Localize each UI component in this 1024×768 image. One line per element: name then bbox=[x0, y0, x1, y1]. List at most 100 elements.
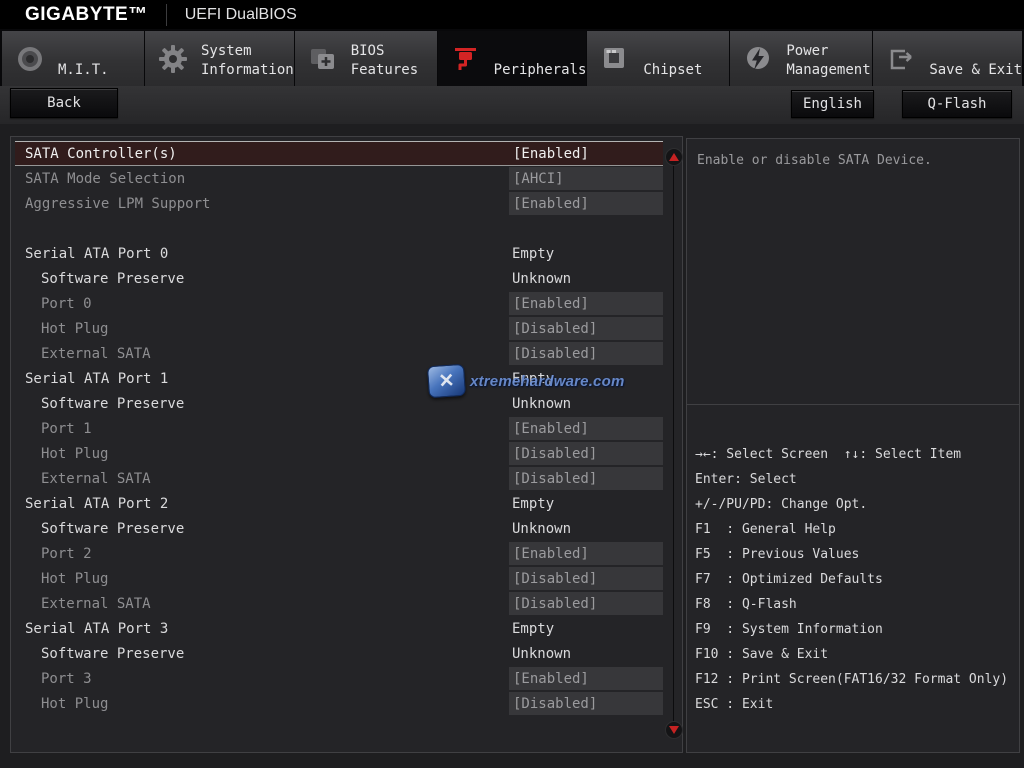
scroll-up-button[interactable] bbox=[665, 148, 683, 166]
setting-value[interactable]: [Disabled] bbox=[509, 467, 663, 490]
setting-label: Software Preserve bbox=[41, 521, 184, 537]
save-exit-icon bbox=[886, 44, 916, 74]
setting-row[interactable]: Hot Plug[Disabled] bbox=[15, 691, 663, 716]
tab-label: Peripherals bbox=[494, 38, 587, 80]
setting-value: Empty bbox=[512, 371, 554, 387]
setting-value: Empty bbox=[512, 496, 554, 512]
setting-value[interactable]: [AHCI] bbox=[509, 167, 663, 190]
setting-row[interactable]: Aggressive LPM Support [Enabled] bbox=[15, 191, 663, 216]
setting-value: Empty bbox=[512, 246, 554, 262]
setting-row: Software Preserve Unknown bbox=[15, 516, 663, 541]
power-icon bbox=[743, 44, 773, 74]
setting-row: Serial ATA Port 3 Empty bbox=[15, 616, 663, 641]
setting-label: Port 2 bbox=[41, 546, 92, 562]
setting-row[interactable]: Hot Plug [Disabled] bbox=[15, 566, 663, 591]
settings-panel: SATA Controller(s)[Enabled]SATA Mode Sel… bbox=[10, 136, 683, 753]
mit-icon bbox=[15, 44, 45, 74]
tab-mit[interactable]: M.I.T. bbox=[2, 31, 144, 86]
setting-label: Software Preserve bbox=[41, 646, 184, 662]
tab-power-management[interactable]: PowerManagement bbox=[730, 31, 872, 86]
tab-bios-features[interactable]: BIOSFeatures bbox=[295, 31, 437, 86]
setting-row: Serial ATA Port 2 Empty bbox=[15, 491, 663, 516]
setting-value[interactable]: [Enabled] bbox=[513, 146, 589, 162]
setting-row[interactable]: SATA Controller(s)[Enabled] bbox=[15, 141, 663, 166]
setting-row[interactable]: Port 3 [Enabled] bbox=[15, 666, 663, 691]
product-title: UEFI DualBIOS bbox=[185, 6, 297, 24]
tab-save-exit[interactable]: Save & Exit bbox=[873, 31, 1022, 86]
setting-value[interactable]: [Disabled] bbox=[509, 592, 663, 615]
key-hint: F5 : Previous Values bbox=[695, 542, 1017, 567]
setting-label: Port 1 bbox=[41, 421, 92, 437]
setting-row: Serial ATA Port 1 Empty bbox=[15, 366, 663, 391]
setting-value[interactable]: [Disabled] bbox=[509, 442, 663, 465]
setting-value: Empty bbox=[512, 621, 554, 637]
bios-features-icon bbox=[308, 44, 338, 74]
setting-label: Aggressive LPM Support bbox=[25, 196, 210, 212]
setting-value[interactable]: [Enabled] bbox=[509, 192, 663, 215]
setting-value[interactable]: [Enabled] bbox=[509, 542, 663, 565]
setting-row[interactable]: Port 1 [Enabled] bbox=[15, 416, 663, 441]
setting-label: SATA Mode Selection bbox=[25, 171, 185, 187]
key-hint: ESC : Exit bbox=[695, 692, 1017, 717]
setting-label: Hot Plug bbox=[41, 321, 108, 337]
scroll-down-button[interactable] bbox=[665, 721, 683, 739]
language-button[interactable]: English bbox=[791, 90, 874, 118]
setting-row[interactable]: Hot Plug [Disabled] bbox=[15, 316, 663, 341]
topbar-divider bbox=[166, 4, 167, 26]
help-panel-divider bbox=[687, 404, 1019, 405]
setting-label: External SATA bbox=[41, 346, 151, 362]
setting-value[interactable]: [Disabled] bbox=[509, 317, 663, 340]
setting-row[interactable]: External SATA [Disabled] bbox=[15, 341, 663, 366]
qflash-button[interactable]: Q-Flash bbox=[902, 90, 1012, 118]
tab-label: M.I.T. bbox=[58, 38, 109, 80]
setting-value[interactable]: [Enabled] bbox=[509, 667, 663, 690]
tab-label: SystemInformation bbox=[201, 38, 294, 80]
tab-system-information[interactable]: SystemInformation bbox=[145, 31, 294, 86]
setting-label: External SATA bbox=[41, 471, 151, 487]
help-panel: Enable or disable SATA Device. →←: Selec… bbox=[686, 138, 1020, 753]
settings-list: SATA Controller(s)[Enabled]SATA Mode Sel… bbox=[11, 137, 682, 752]
key-hint: →←: Select Screen ↑↓: Select Item bbox=[695, 442, 1017, 467]
setting-value[interactable]: [Enabled] bbox=[509, 292, 663, 315]
setting-value: Unknown bbox=[512, 396, 571, 412]
setting-row[interactable]: Port 0 [Enabled] bbox=[15, 291, 663, 316]
tab-chipset[interactable]: Chipset bbox=[587, 31, 729, 86]
setting-row[interactable]: Hot Plug[Disabled] bbox=[15, 441, 663, 466]
setting-row[interactable]: SATA Mode Selection [AHCI] bbox=[15, 166, 663, 191]
setting-value: Unknown bbox=[512, 521, 571, 537]
tab-label: BIOSFeatures bbox=[351, 38, 418, 80]
setting-value: Unknown bbox=[512, 271, 571, 287]
setting-label: Hot Plug bbox=[41, 571, 108, 587]
setting-label: Serial ATA Port 1 bbox=[25, 371, 168, 387]
setting-label: Port 3 bbox=[41, 671, 92, 687]
help-text: Enable or disable SATA Device. bbox=[697, 151, 1011, 170]
setting-value[interactable]: [Disabled] bbox=[509, 342, 663, 365]
setting-value[interactable]: [Enabled] bbox=[509, 417, 663, 440]
peripherals-icon bbox=[451, 44, 481, 74]
key-hint: F8 : Q-Flash bbox=[695, 592, 1017, 617]
setting-row[interactable]: Port 2 [Enabled] bbox=[15, 541, 663, 566]
setting-label: Port 0 bbox=[41, 296, 92, 312]
setting-value[interactable]: [Disabled] bbox=[509, 567, 663, 590]
tab-peripherals[interactable]: Peripherals bbox=[438, 31, 587, 86]
setting-row[interactable]: External SATA [Disabled] bbox=[15, 591, 663, 616]
setting-row: Serial ATA Port 0Empty bbox=[15, 241, 663, 266]
back-button[interactable]: Back bbox=[10, 88, 118, 118]
tab-label: PowerManagement bbox=[786, 38, 870, 80]
setting-value: Unknown bbox=[512, 646, 571, 662]
tab-bar: M.I.T. SystemInformation BIOSFeatures Perip… bbox=[0, 29, 1024, 86]
scrollbar-track[interactable] bbox=[673, 161, 674, 727]
setting-row[interactable]: External SATA [Disabled] bbox=[15, 466, 663, 491]
scroll-up-arrow-icon bbox=[669, 153, 679, 161]
setting-label: External SATA bbox=[41, 596, 151, 612]
setting-label: Serial ATA Port 3 bbox=[25, 621, 168, 637]
setting-row: Software Preserve Unknown bbox=[15, 641, 663, 666]
setting-label: Serial ATA Port 2 bbox=[25, 496, 168, 512]
key-hint: Enter: Select bbox=[695, 467, 1017, 492]
setting-value[interactable]: [Disabled] bbox=[509, 692, 663, 715]
system-info-icon bbox=[158, 44, 188, 74]
chipset-icon bbox=[600, 44, 630, 74]
keys-legend: →←: Select Screen ↑↓: Select ItemEnter: … bbox=[695, 442, 1017, 717]
setting-label: Software Preserve bbox=[41, 396, 184, 412]
key-hint: F12 : Print Screen(FAT16/32 Format Only) bbox=[695, 667, 1017, 692]
